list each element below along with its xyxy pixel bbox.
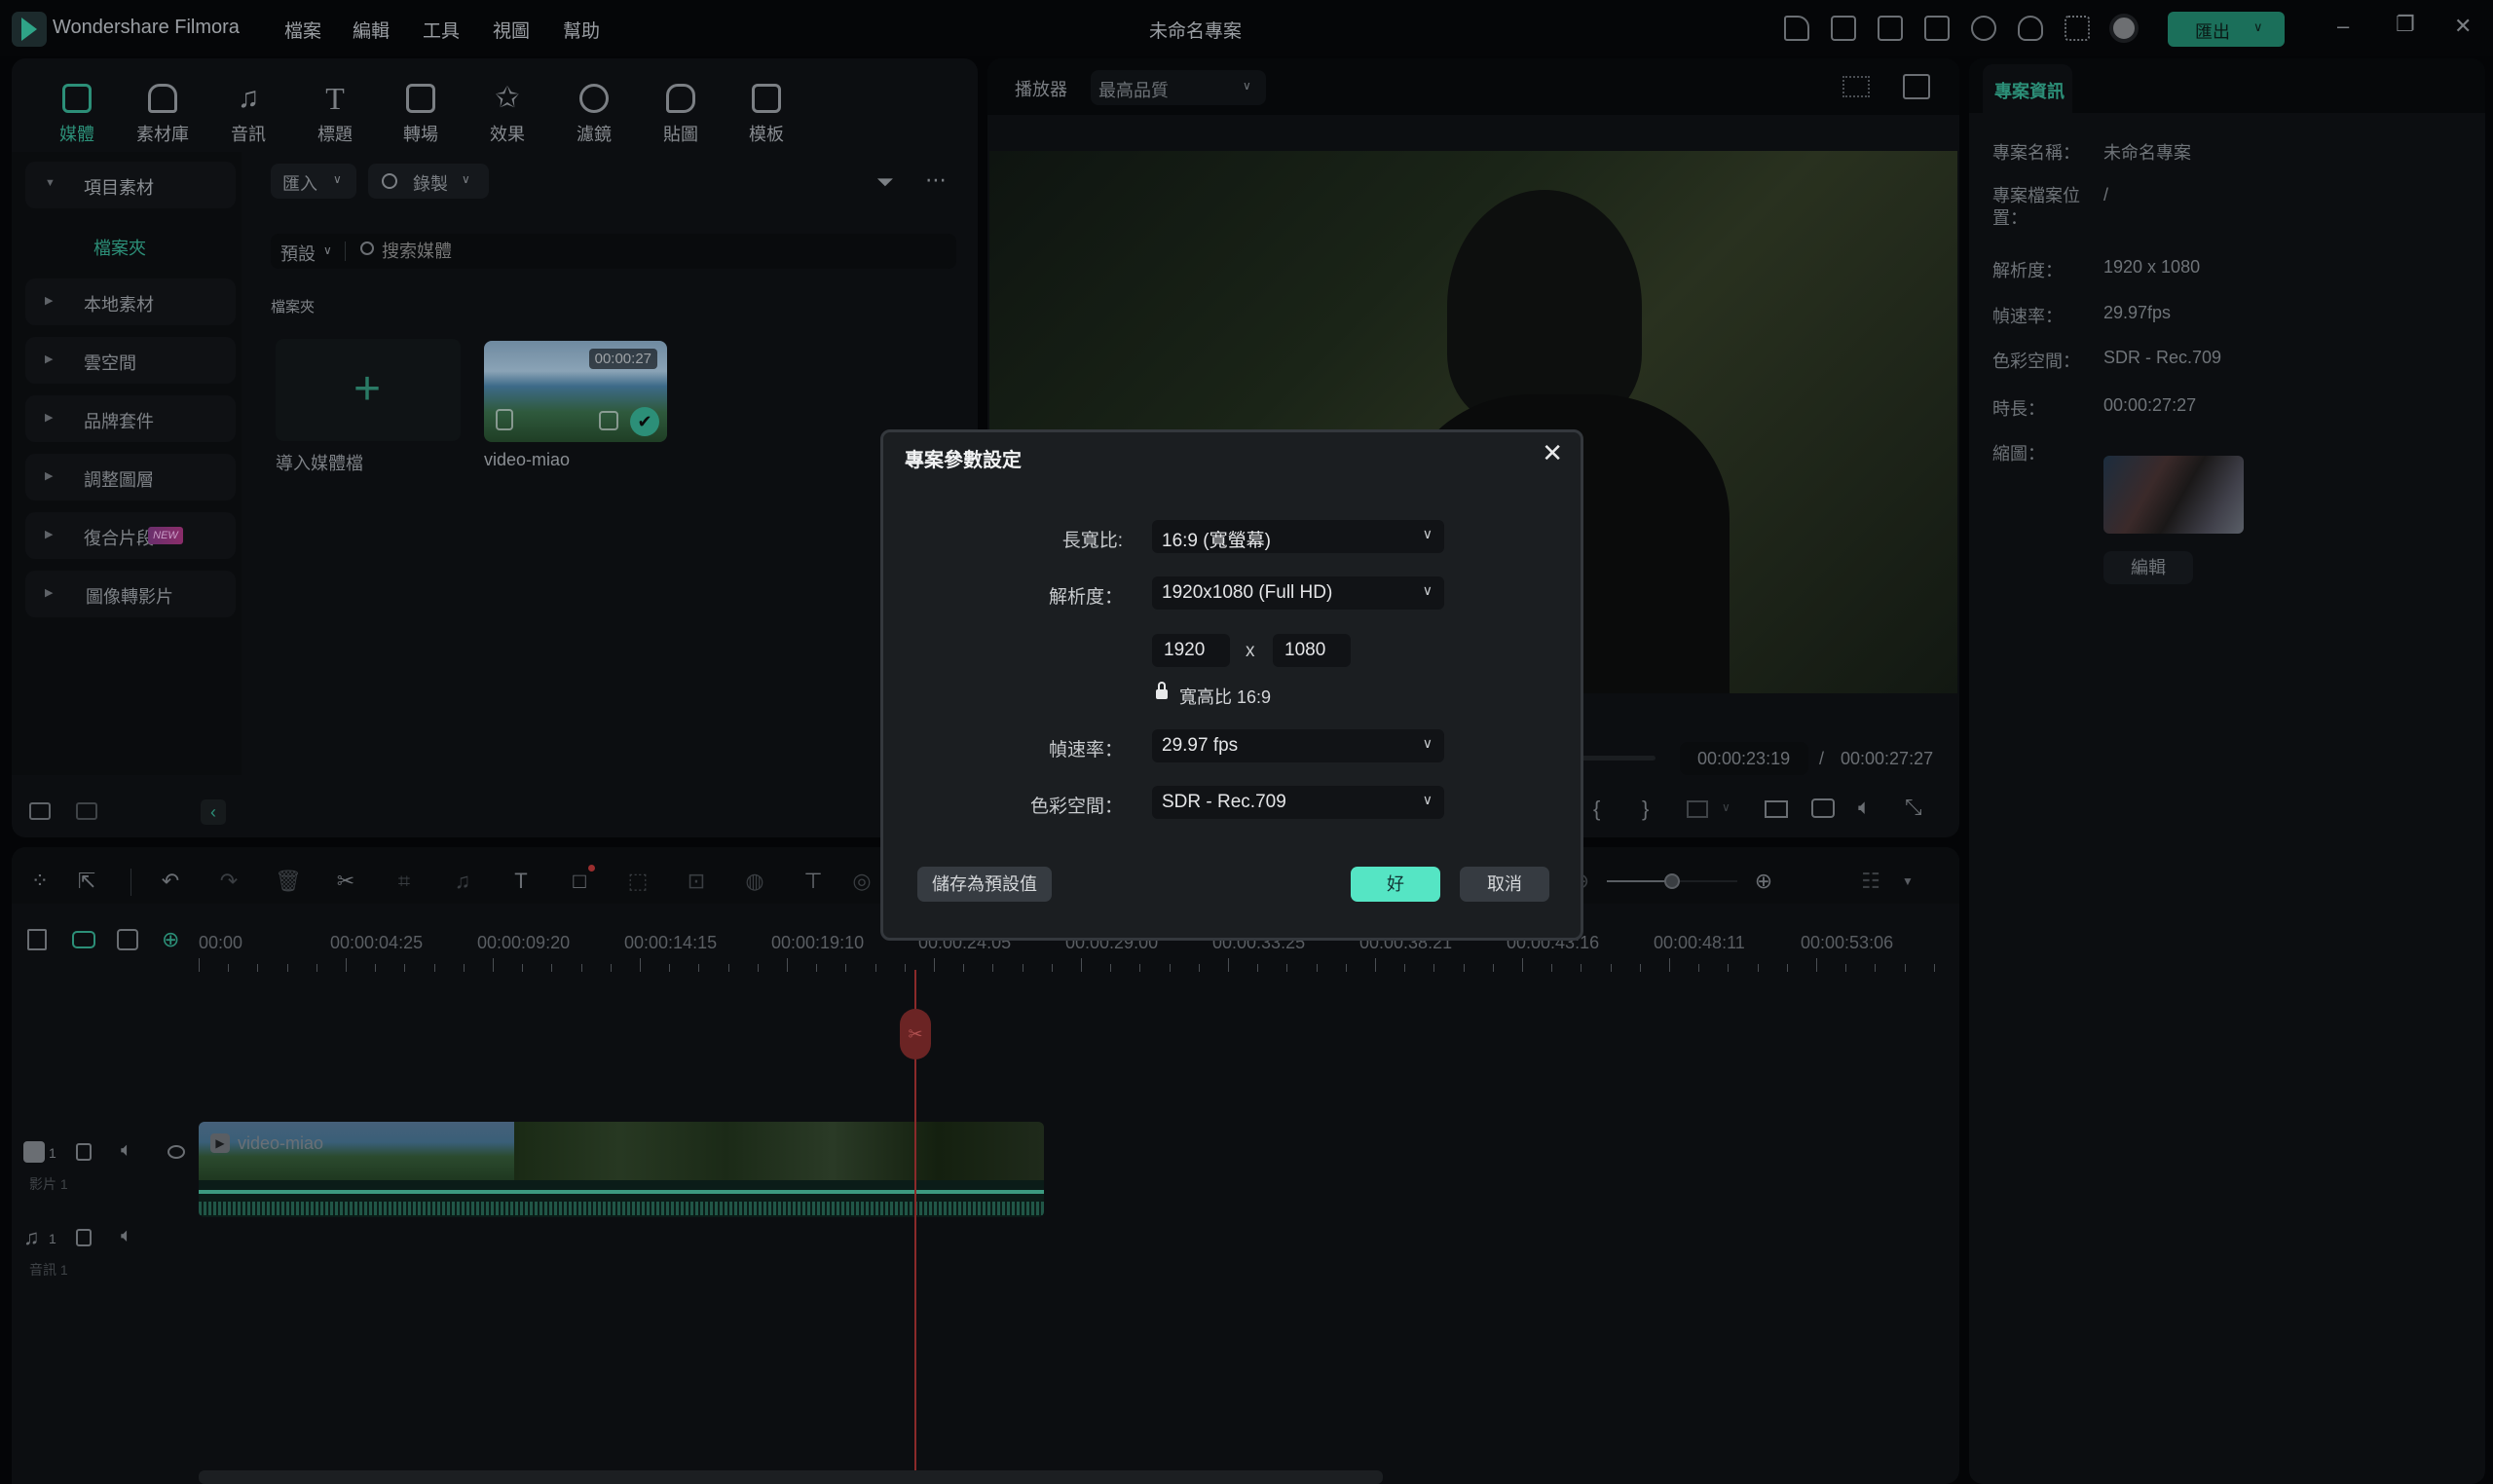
times-symbol: x (1246, 641, 1255, 661)
aspect-ratio-select[interactable]: 16:9 (寬螢幕) ∨ (1152, 520, 1444, 553)
resolution-select[interactable]: 1920x1080 (Full HD) ∨ (1152, 576, 1444, 610)
lock-aspect-label: 寬高比 16:9 (1179, 687, 1272, 707)
project-settings-dialog: 專案參數設定 ✕ 長寬比: 16:9 (寬螢幕) ∨ 解析度： 1920x108… (880, 429, 1583, 941)
unlock-shackle (1158, 682, 1166, 691)
colorspace-select[interactable]: SDR - Rec.709 ∨ (1152, 786, 1444, 819)
aspect-ratio-label: 長寬比: (1061, 531, 1123, 551)
chevron-down-icon: ∨ (1422, 735, 1433, 751)
width-input[interactable]: 1920 (1152, 634, 1230, 667)
chevron-down-icon: ∨ (1422, 792, 1433, 807)
close-icon[interactable]: ✕ (1542, 438, 1563, 468)
save-preset-button[interactable]: 儲存為預設值 (917, 867, 1052, 902)
chevron-down-icon: ∨ (1422, 582, 1433, 598)
dialog-title: 專案參數設定 (905, 450, 1022, 471)
chevron-down-icon: ∨ (1422, 526, 1433, 541)
ok-button[interactable]: 好 (1351, 867, 1440, 902)
cancel-button[interactable]: 取消 (1460, 867, 1549, 902)
height-input[interactable]: 1080 (1273, 634, 1351, 667)
colorspace-label: 色彩空間： (1029, 797, 1123, 817)
framerate-label: 幀速率： (1048, 740, 1123, 761)
framerate-select[interactable]: 29.97 fps ∨ (1152, 729, 1444, 762)
resolution-label: 解析度： (1048, 587, 1123, 608)
